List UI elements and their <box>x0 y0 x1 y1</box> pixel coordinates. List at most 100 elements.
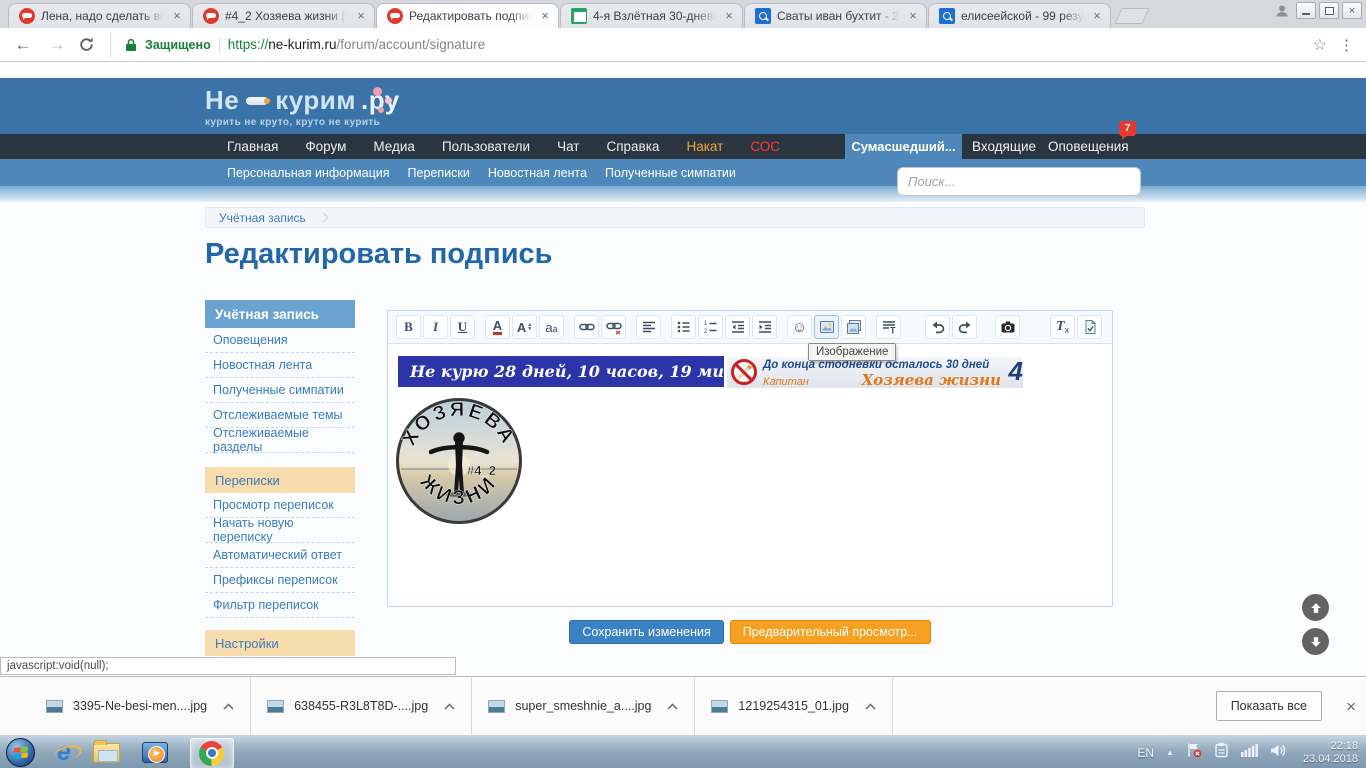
sidebar-item-prefixes[interactable]: Префиксы переписок <box>205 568 355 593</box>
nav-item-media[interactable]: Медиа <box>373 139 415 154</box>
subnav-news-feed[interactable]: Новостная лента <box>488 166 587 180</box>
profile-icon[interactable] <box>1271 2 1293 19</box>
tab-2[interactable]: #4_2 Хозяева жизни | Ст × <box>192 3 375 28</box>
numbered-list-icon[interactable]: 12 <box>698 315 723 339</box>
restore-button[interactable] <box>1319 2 1339 19</box>
font-size-icon[interactable]: A▲▼ <box>512 315 537 339</box>
clipboard-tray-icon[interactable] <box>1214 742 1229 763</box>
internet-explorer-icon[interactable]: e <box>57 740 71 765</box>
new-tab-button[interactable] <box>1114 8 1149 24</box>
nav-item-users[interactable]: Пользователи <box>442 139 530 154</box>
image-icon[interactable] <box>814 315 839 339</box>
nav-item-forum[interactable]: Форум <box>305 139 346 154</box>
bullet-list-icon[interactable] <box>671 315 696 339</box>
nav-inbox[interactable]: Входящие <box>972 134 1036 159</box>
close-window-button[interactable]: × <box>1342 2 1362 19</box>
download-item[interactable]: 1219254315_01.jpg <box>695 677 893 735</box>
font-color-icon[interactable]: A <box>485 315 510 339</box>
nav-item-sos[interactable]: СОС <box>750 139 780 154</box>
site-logo[interactable]: Не курим.ру курить не круто, круто не ку… <box>205 85 400 128</box>
bold-icon[interactable]: B <box>396 315 421 339</box>
undo-icon[interactable] <box>925 315 950 339</box>
sidebar-item-filter[interactable]: Фильтр переписок <box>205 593 355 618</box>
scroll-to-bottom-button[interactable] <box>1302 628 1329 655</box>
signature-team-banner[interactable]: До конца стодневки осталось 30 дней Капи… <box>727 357 1023 388</box>
italic-icon[interactable]: I <box>423 315 448 339</box>
hidden-icons-arrow[interactable]: ▲ <box>1166 748 1174 757</box>
sidebar-item-news-feed[interactable]: Новостная лента <box>205 353 355 378</box>
unlink-icon[interactable] <box>601 315 626 339</box>
tab-close-icon[interactable]: × <box>722 9 736 23</box>
camera-icon[interactable] <box>995 315 1020 339</box>
subnav-likes-received[interactable]: Полученные симпатии <box>605 166 736 180</box>
action-center-flag-icon[interactable] <box>1186 742 1202 763</box>
sidebar-item-alerts[interactable]: Оповещения <box>205 328 355 353</box>
scroll-to-top-button[interactable] <box>1302 594 1329 621</box>
sidebar-item-new-conversation[interactable]: Начать новую переписку <box>205 518 355 543</box>
network-signal-icon[interactable] <box>1241 743 1258 762</box>
reload-icon[interactable] <box>78 36 104 53</box>
tab-4[interactable]: 4-я Взлётная 30-дневка × <box>560 3 743 28</box>
nav-item-help[interactable]: Справка <box>606 139 659 154</box>
menu-dots-icon[interactable]: ⋮ <box>1339 36 1354 54</box>
sidebar-item-watched-threads[interactable]: Отслеживаемые темы <box>205 403 355 428</box>
search-input[interactable] <box>897 167 1141 196</box>
nav-alerts[interactable]: Оповещения <box>1048 134 1129 159</box>
team-badge-image[interactable]: ХОЗЯЕВА ЖИЗНИ #4_2 <box>395 397 523 525</box>
file-explorer-icon[interactable] <box>93 743 120 763</box>
signature-counter-banner[interactable]: Не курю 28 дней, 10 часов, 19 минут <box>398 356 724 387</box>
clock[interactable]: 22:18 23.04.2018 <box>1303 740 1358 766</box>
underline-icon[interactable]: U <box>450 315 475 339</box>
chevron-up-icon[interactable] <box>444 703 455 710</box>
tab-3-active[interactable]: Редактировать подпись × <box>376 3 559 28</box>
media-icon[interactable] <box>841 315 866 339</box>
download-item[interactable]: 3395-Ne-besi-men....jpg <box>30 677 251 735</box>
redo-icon[interactable] <box>952 315 977 339</box>
tab-close-icon[interactable]: × <box>354 9 368 23</box>
volume-icon[interactable] <box>1270 743 1287 763</box>
remove-format-icon[interactable]: Tx <box>1050 315 1075 339</box>
tab-close-icon[interactable]: × <box>1090 9 1104 23</box>
sidebar-item-auto-reply[interactable]: Автоматический ответ <box>205 543 355 568</box>
tab-close-icon[interactable]: × <box>906 9 920 23</box>
tab-close-icon[interactable]: × <box>538 9 552 23</box>
tab-1[interactable]: Лена, надо сделать вот × <box>8 3 191 28</box>
show-all-downloads-button[interactable]: Показать все <box>1216 691 1322 721</box>
text-case-icon[interactable]: aa <box>539 315 564 339</box>
subnav-personal-info[interactable]: Персональная информация <box>227 166 390 180</box>
bookmark-star-icon[interactable]: ☆ <box>1313 35 1327 55</box>
preview-button[interactable]: Предварительный просмотр... <box>730 620 931 644</box>
forward-icon[interactable]: → <box>44 35 70 55</box>
chevron-up-icon[interactable] <box>667 703 678 710</box>
language-indicator[interactable]: EN <box>1137 746 1154 760</box>
sidebar-item-watched-forums[interactable]: Отслеживаемые разделы <box>205 428 355 453</box>
username-tab[interactable]: Сумасшедший... <box>845 134 962 159</box>
subnav-conversations[interactable]: Переписки <box>408 166 470 180</box>
media-player-icon[interactable] <box>142 742 168 763</box>
download-item[interactable]: super_smeshnie_a....jpg <box>472 677 695 735</box>
chevron-up-icon[interactable] <box>865 703 876 710</box>
smiley-icon[interactable]: ☺ <box>787 315 812 339</box>
close-download-bar-icon[interactable]: × <box>1346 697 1356 717</box>
save-button[interactable]: Сохранить изменения <box>569 620 723 644</box>
indent-icon[interactable] <box>752 315 777 339</box>
chrome-taskbar-button[interactable] <box>190 738 234 768</box>
breadcrumb-account-link[interactable]: Учётная запись <box>219 211 306 225</box>
start-button[interactable] <box>6 738 35 767</box>
minimize-button[interactable] <box>1296 2 1316 19</box>
sidebar-item-likes[interactable]: Полученные симпатии <box>205 378 355 403</box>
omnibox[interactable]: Защищено https://ne-kurim.ru/forum/accou… <box>110 32 1301 58</box>
nav-item-chat[interactable]: Чат <box>557 139 579 154</box>
back-icon[interactable]: ← <box>10 35 36 55</box>
tab-5[interactable]: Сваты иван бухтит - 24 × <box>744 3 927 28</box>
download-item[interactable]: 638455-R3L8T8D-....jpg <box>251 677 472 735</box>
nav-item-home[interactable]: Главная <box>227 139 278 154</box>
align-icon[interactable] <box>636 315 661 339</box>
source-edit-icon[interactable] <box>1077 315 1102 339</box>
link-icon[interactable] <box>574 315 599 339</box>
tab-close-icon[interactable]: × <box>170 9 184 23</box>
paragraph-block-icon[interactable]: T <box>876 315 901 339</box>
nav-item-nakat[interactable]: Накат <box>686 139 723 154</box>
tab-6[interactable]: елисеейской - 99 резул × <box>928 3 1111 28</box>
sidebar-item-view-conversations[interactable]: Просмотр переписок <box>205 493 355 518</box>
